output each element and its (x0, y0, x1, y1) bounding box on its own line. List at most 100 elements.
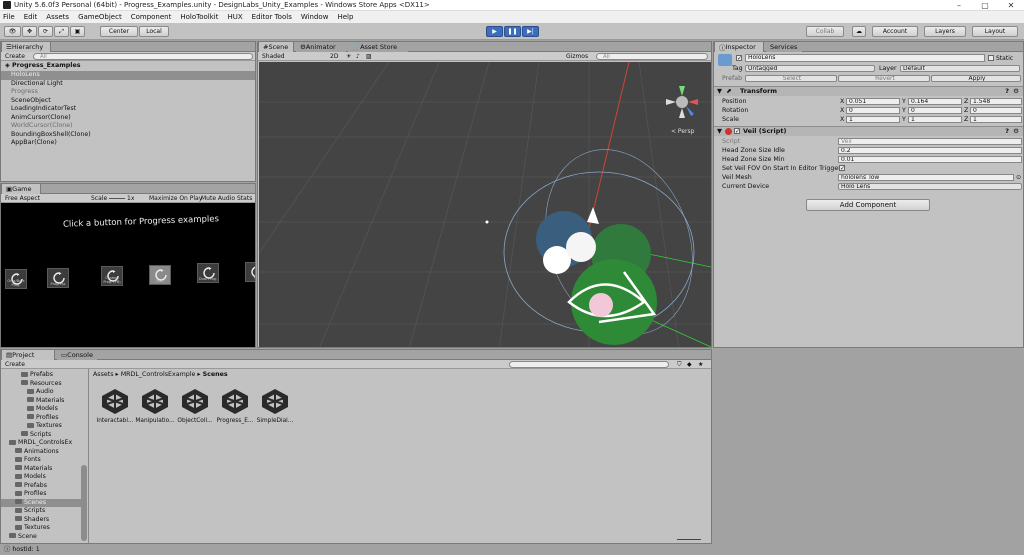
project-tree-item[interactable]: Scene (1, 533, 81, 542)
scene-asset[interactable]: SimpleDial... (255, 387, 295, 424)
hand-tool-button[interactable]: 👁 (4, 26, 21, 37)
project-tree-item[interactable]: Models (1, 473, 81, 482)
scene-search-input[interactable]: All (596, 53, 708, 60)
tree-scrollbar[interactable] (81, 465, 87, 541)
layout-dropdown[interactable]: Layout (972, 26, 1018, 37)
menu-window[interactable]: Window (301, 13, 329, 21)
orientation-gizmo[interactable] (666, 86, 698, 118)
position-z-field[interactable]: 1.548 (970, 98, 1022, 105)
game-example-button[interactable]: Progress (47, 267, 69, 288)
tab-game[interactable]: ▣ Game (1, 184, 41, 194)
audio-icon[interactable]: ♪ (356, 53, 360, 60)
project-tree-item[interactable]: Materials (1, 465, 81, 474)
mute-audio-toggle[interactable]: Mute Audio (201, 195, 235, 202)
space-toggle-button[interactable]: Local (139, 26, 169, 37)
fov-checkbox[interactable]: ✓ (839, 165, 845, 172)
scene-asset[interactable]: Interactabl... (95, 387, 135, 424)
position-y-field[interactable]: 0.164 (908, 98, 962, 105)
layer-dropdown[interactable]: Default (900, 65, 1020, 72)
menu-edit[interactable]: Edit (24, 13, 38, 21)
idle-field[interactable]: 0.2 (838, 147, 1022, 154)
hierarchy-item[interactable]: Directional Light (1, 80, 255, 89)
hierarchy-item[interactable]: AnimCursor(Clone) (1, 114, 255, 123)
add-component-button[interactable]: Add Component (806, 199, 930, 211)
menu-component[interactable]: Component (131, 13, 172, 21)
rotation-x-field[interactable]: 0 (846, 107, 900, 114)
project-tree-item[interactable]: Textures (1, 422, 81, 431)
veil-enabled-checkbox[interactable]: ✓ (734, 128, 740, 135)
settings-gear-icon[interactable]: ⚙ (1013, 87, 1019, 96)
prefab-revert-button[interactable]: Revert (838, 75, 930, 82)
hierarchy-item[interactable]: HoloLens (1, 71, 255, 80)
hierarchy-item[interactable]: SceneObject (1, 97, 255, 106)
breadcrumb-assets[interactable]: Assets (93, 371, 114, 378)
scene-asset[interactable]: Progress_E... (215, 387, 255, 424)
filter-label-icon[interactable]: ◆ (687, 361, 692, 368)
rotation-z-field[interactable]: 0 (970, 107, 1022, 114)
veil-script-header[interactable]: ▼ ✓ Veil (Script) ? ⚙ (714, 126, 1023, 136)
tab-project[interactable]: ▤ Project (1, 350, 55, 360)
project-tree-item[interactable]: Textures (1, 524, 81, 533)
project-create-button[interactable]: Create (5, 361, 25, 368)
project-tree-item[interactable]: Materials (1, 397, 81, 406)
rect-tool-button[interactable]: ▣ (70, 26, 85, 37)
project-tree-item[interactable]: Resources (1, 380, 81, 389)
tag-dropdown[interactable]: Untagged (745, 65, 875, 72)
filter-type-icon[interactable]: ⛉ (677, 361, 682, 369)
game-example-button[interactable]: Dual Prog. (197, 263, 219, 283)
account-dropdown[interactable]: Account (872, 26, 918, 37)
menu-file[interactable]: File (3, 13, 15, 21)
project-tree-item[interactable]: Animations (1, 448, 81, 457)
move-tool-button[interactable]: ✥ (22, 26, 37, 37)
prefab-select-button[interactable]: Select (745, 75, 837, 82)
hierarchy-search-input[interactable]: All (33, 53, 253, 60)
game-example-button[interactable]: Orbs/Bars Prog. (5, 269, 27, 289)
project-tree-item[interactable]: Profiles (1, 414, 81, 423)
persp-label[interactable]: < Persp (671, 128, 694, 135)
tab-animator[interactable]: ⚙ Animator (296, 42, 346, 52)
icon-size-slider[interactable] (677, 539, 701, 540)
stats-toggle[interactable]: Stats (237, 195, 252, 202)
rotation-y-field[interactable]: 0 (908, 107, 962, 114)
maximize-icon[interactable]: ▢ (972, 1, 998, 10)
scene-viewport[interactable]: < Persp (259, 62, 711, 347)
static-checkbox[interactable] (988, 55, 994, 61)
object-picker-icon[interactable]: ⊙ (1016, 173, 1021, 182)
device-dropdown[interactable]: Holo Lens (838, 183, 1022, 190)
menu-editor-tools[interactable]: Editor Tools (252, 13, 292, 21)
project-tree-item[interactable]: Prefabs (1, 371, 81, 380)
help-icon[interactable]: ? (1005, 87, 1009, 96)
menu-assets[interactable]: Assets (46, 13, 69, 21)
effects-icon[interactable]: ▨ (366, 53, 372, 60)
hierarchy-item[interactable]: WorldCursor(Clone) (1, 122, 255, 131)
hierarchy-item[interactable]: BoundingBoxShell(Clone) (1, 131, 255, 140)
play-button[interactable]: ▶ (486, 26, 503, 37)
project-tree-item[interactable]: Scripts (1, 431, 81, 440)
help-icon[interactable]: ? (1005, 127, 1009, 136)
scene-header[interactable]: ◈ Progress_Examples (1, 62, 255, 71)
pause-button[interactable]: ❚❚ (504, 26, 521, 37)
tab-console[interactable]: ▭ Console (57, 350, 97, 360)
tab-asset-store[interactable]: 🛒 Asset Store (348, 42, 408, 52)
scale-y-field[interactable]: 1 (908, 116, 962, 123)
rotate-tool-button[interactable]: ⟳ (38, 26, 53, 37)
close-icon[interactable]: ✕ (998, 1, 1024, 10)
project-tree-item[interactable]: MRDL_ControlsEx (1, 439, 81, 448)
tab-scene[interactable]: # Scene (258, 42, 294, 52)
game-example-button[interactable]: Custom Prog. (PB) (101, 266, 123, 286)
menu-help[interactable]: Help (337, 13, 353, 21)
prefab-apply-button[interactable]: Apply (931, 75, 1021, 82)
position-x-field[interactable]: 0.051 (846, 98, 900, 105)
hierarchy-item[interactable]: LoadingIndicatorTest (1, 105, 255, 114)
lighting-icon[interactable]: ☀ (346, 53, 351, 60)
layers-dropdown[interactable]: Layers (924, 26, 966, 37)
scene-asset[interactable]: Manipulatio... (135, 387, 175, 424)
2d-toggle[interactable]: 2D (330, 53, 338, 60)
game-example-button[interactable]: Sc (245, 261, 255, 282)
mesh-field[interactable]: hololens_low (838, 174, 1014, 181)
hierarchy-item[interactable]: Progress (1, 88, 255, 97)
game-viewport[interactable]: Click a button for Progress examples Orb… (1, 203, 255, 347)
active-checkbox[interactable]: ✓ (736, 55, 742, 62)
scale-slider[interactable] (109, 198, 125, 199)
hierarchy-item[interactable]: AppBar(Clone) (1, 139, 255, 148)
